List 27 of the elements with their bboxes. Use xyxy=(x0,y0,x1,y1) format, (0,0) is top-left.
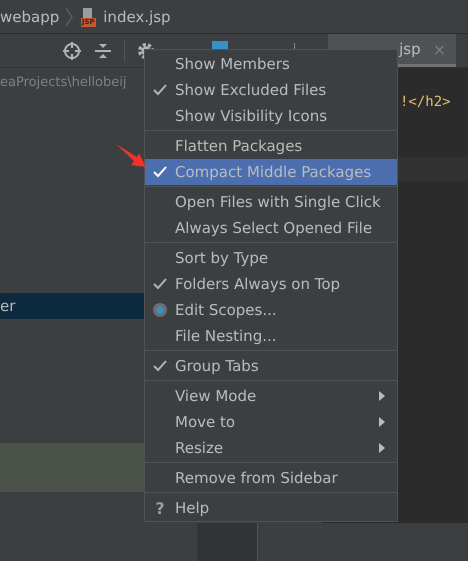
annotation-arrow xyxy=(115,143,147,169)
menu-item[interactable]: Resize xyxy=(145,435,397,461)
menu-item[interactable]: Remove from Sidebar xyxy=(145,465,397,491)
menu-item[interactable]: Show Visibility Icons xyxy=(145,103,397,129)
locate-icon[interactable] xyxy=(62,40,82,60)
submenu-arrow-icon xyxy=(379,443,385,453)
breadcrumb-item[interactable]: index.jsp xyxy=(103,8,171,26)
menu-item[interactable]: Flatten Packages xyxy=(145,133,397,159)
menu-item[interactable]: Sort by Type xyxy=(145,245,397,271)
menu-item[interactable]: Open Files with Single Click xyxy=(145,189,397,215)
menu-item[interactable]: Group Tabs xyxy=(145,353,397,379)
menu-item[interactable]: Always Select Opened File xyxy=(145,215,397,241)
code-text: !</h2> xyxy=(400,94,451,112)
menu-item[interactable]: Edit Scopes... xyxy=(145,297,397,323)
submenu-arrow-icon xyxy=(379,417,385,427)
chevron-icon xyxy=(65,6,74,26)
menu-item[interactable]: Show Members xyxy=(145,51,397,77)
menu-item[interactable]: Folders Always on Top xyxy=(145,271,397,297)
breadcrumb-item[interactable]: webapp xyxy=(0,8,60,26)
menu-item[interactable]: File Nesting... xyxy=(145,323,397,349)
help-icon: ? xyxy=(155,498,165,518)
menu-item[interactable]: Move to xyxy=(145,409,397,435)
menu-item[interactable]: View Mode xyxy=(145,383,397,409)
menu-item[interactable]: ? Help xyxy=(145,495,397,521)
project-path: eaProjects\hellobeij xyxy=(0,75,126,92)
submenu-arrow-icon xyxy=(379,391,385,401)
menu-item[interactable]: Show Excluded Files xyxy=(145,77,397,103)
